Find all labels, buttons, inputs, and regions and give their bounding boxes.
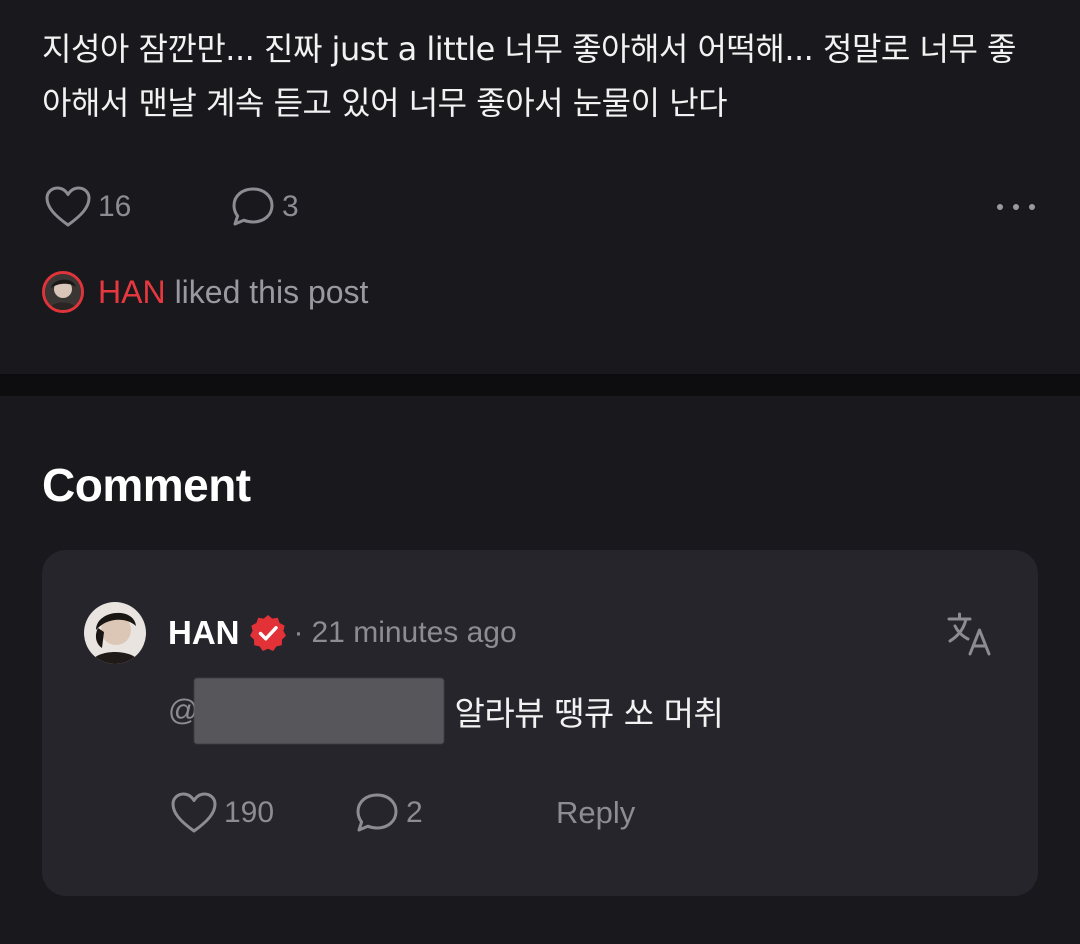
post-comment-button[interactable]: 3 [230,184,299,230]
reply-button[interactable]: Reply [556,790,635,836]
post-comment-count: 3 [282,190,299,223]
speech-bubble-icon [356,793,398,832]
heart-outline-icon [171,792,217,833]
liked-by-name[interactable]: HAN [98,274,166,311]
comment-actions: 190 2 Reply [168,790,768,836]
post-body-text: 지성아 잠깐만... 진짜 just a little 너무 좋아해서 어떡해.… [42,30,1017,122]
comment-replies-button[interactable]: 2 [354,790,423,836]
comment-timestamp: 21 minutes ago [311,616,517,649]
post-more-button[interactable] [994,184,1038,230]
comment-text: @ 알라뷰 땡큐 쏘 머취 [168,678,724,744]
comment-reply-count: 2 [406,796,423,829]
post-section: 지성아 잠깐만... 진짜 just a little 너무 좋아해서 어떡해.… [0,0,1080,374]
comment-like-count: 190 [224,796,275,829]
redacted-mention [194,678,445,744]
post-actions: 16 3 [42,184,1038,230]
comment-like-button[interactable]: 190 [170,790,274,836]
avatar-image [84,602,146,664]
comment-heading: Comment [42,459,251,511]
verified-badge-icon [249,615,286,651]
post-like-count: 16 [98,190,132,223]
translate-icon [947,612,991,656]
avatar[interactable] [42,271,84,313]
comment-header: HAN · 21 minutes ago [168,612,517,654]
post-like-button[interactable]: 16 [44,184,131,230]
liked-by-suffix: liked this post [174,273,369,310]
avatar[interactable] [84,602,146,664]
separator-dot: · [293,616,304,649]
comment-card: HAN · 21 minutes ago @ 알라뷰 땡큐 쏘 머취 190 2… [42,550,1038,896]
avatar-image [45,274,81,310]
translate-button[interactable] [946,610,994,658]
comment-author[interactable]: HAN [168,614,240,652]
more-dots-icon [997,204,1035,210]
heart-outline-icon [45,186,91,227]
section-divider [0,374,1080,396]
comment-section: Comment HAN · 21 minutes ago @ 알라뷰 땡큐 쏘 … [0,396,1080,944]
liked-by-row: HAN liked this post [42,268,368,316]
comment-message: 알라뷰 땡큐 쏘 머취 [454,694,724,733]
speech-bubble-icon [232,187,274,226]
